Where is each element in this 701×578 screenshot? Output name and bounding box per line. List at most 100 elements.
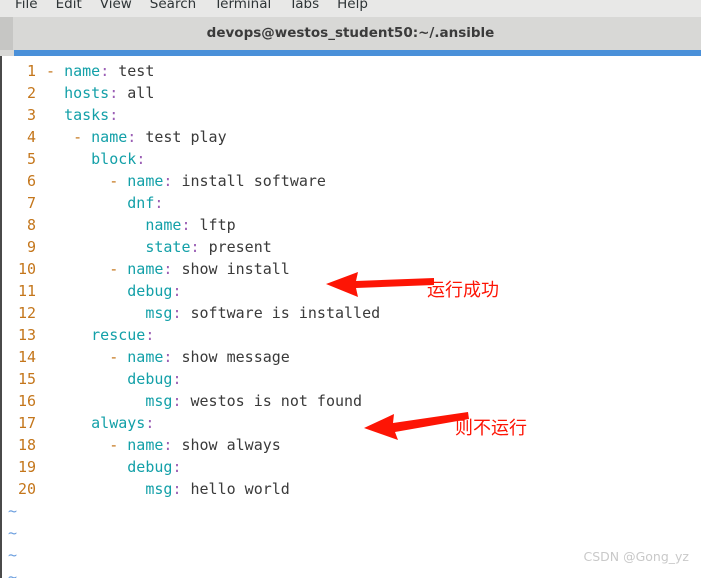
terminal-body[interactable]: 1- name: test 2 hosts: all 3 tasks: 4 - nam… [0,56,701,578]
line-number: 13 [17,326,36,344]
code-line: 12 msg: software is installed [2,302,701,324]
code-line: 16 msg: westos is not found [2,390,701,412]
yaml-key: state [145,238,191,256]
yaml-value: present [208,238,272,256]
yaml-key: name [91,128,128,146]
menu-item-search[interactable]: Search [141,0,205,17]
line-number: 14 [17,348,36,366]
line-number: 17 [17,414,36,432]
line-number: 1 [26,62,36,80]
empty-line-marker: ~ [8,524,18,542]
empty-line-marker: ~ [8,502,18,520]
menu-bar: File Edit View Search Terminal Tabs Help [0,0,701,17]
yaml-colon: : [145,326,155,344]
yaml-key: msg [145,304,173,322]
yaml-colon: : [136,150,146,168]
yaml-key: rescue [91,326,146,344]
yaml-colon: : [172,458,182,476]
yaml-colon: : [145,414,155,432]
yaml-key: always [91,414,146,432]
line-number: 15 [17,370,36,388]
annotation-label-2: 则不运行 [455,418,527,439]
yaml-value: test play [145,128,227,146]
yaml-value: test [118,62,155,80]
yaml-key: tasks [64,106,110,124]
yaml-key: debug [127,458,173,476]
yaml-list-dash: - [109,436,119,454]
line-number: 6 [26,172,36,190]
empty-line-marker: ~ [8,568,18,578]
menu-item-file[interactable]: File [6,0,47,17]
code-line: 7 dnf: [2,192,701,214]
menu-bar-items: File Edit View Search Terminal Tabs Help [0,0,377,17]
yaml-value: show install [181,260,290,278]
menu-item-view[interactable]: View [91,0,141,17]
line-number: 19 [17,458,36,476]
yaml-key: debug [127,282,173,300]
yaml-colon: : [190,238,200,256]
yaml-value: software is installed [190,304,381,322]
yaml-colon: : [127,128,137,146]
vim-editor-content[interactable]: 1- name: test 2 hosts: all 3 tasks: 4 - nam… [2,60,701,578]
title-bar: devops@westos_student50:~/.ansible [0,17,701,50]
code-line: 18 - name: show always [2,434,701,456]
yaml-colon: : [100,62,110,80]
yaml-list-dash: - [109,260,119,278]
yaml-key: dnf [127,194,155,212]
yaml-value: all [127,84,155,102]
watermark: CSDN @Gong_yz [583,549,689,564]
code-line: 15 debug: [2,368,701,390]
yaml-value: hello world [190,480,290,498]
menu-item-tabs[interactable]: Tabs [280,0,328,17]
code-line: 4 - name: test play [2,126,701,148]
yaml-value: show always [181,436,281,454]
yaml-value: install software [181,172,326,190]
yaml-colon: : [172,282,182,300]
line-number: 3 [26,106,36,124]
line-number: 10 [17,260,36,278]
menu-item-help[interactable]: Help [328,0,377,17]
yaml-list-dash: - [46,62,56,80]
yaml-colon: : [109,106,119,124]
code-line: 14 - name: show message [2,346,701,368]
line-number: 16 [17,392,36,410]
code-line: 13 rescue: [2,324,701,346]
line-number: 2 [26,84,36,102]
yaml-colon: : [172,370,182,388]
code-line: 9 state: present [2,236,701,258]
yaml-colon: : [154,194,164,212]
line-number: 9 [26,238,36,256]
menu-item-terminal[interactable]: Terminal [205,0,280,17]
yaml-list-dash: - [109,348,119,366]
yaml-key: msg [145,392,173,410]
left-arrow-icon-2 [364,412,469,440]
yaml-key: name [127,172,164,190]
yaml-list-dash: - [73,128,83,146]
code-line: 19 debug: [2,456,701,478]
window-title: devops@westos_student50:~/.ansible [206,25,495,41]
left-arrow-icon-1 [326,272,434,297]
terminal-window: File Edit View Search Terminal Tabs Help… [0,0,701,578]
line-number: 4 [26,128,36,146]
menu-item-edit[interactable]: Edit [47,0,91,17]
line-number: 5 [26,150,36,168]
yaml-key: msg [145,480,173,498]
